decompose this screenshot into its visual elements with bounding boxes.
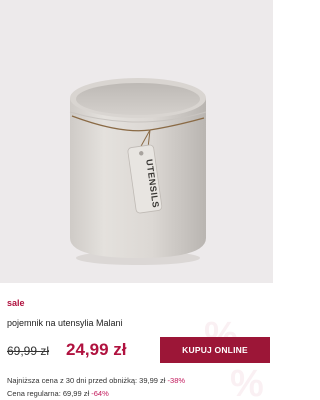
product-name-link[interactable]: pojemnik na utensylia Malani xyxy=(7,318,123,328)
lowest-price-info: Najniższa cena z 30 dni przed obniżką: 3… xyxy=(7,376,185,385)
regular-price-discount: -64% xyxy=(91,389,109,398)
buy-online-button[interactable]: KUPUJ ONLINE xyxy=(160,337,270,363)
old-price: 69,99 zł xyxy=(7,344,50,358)
lowest-price-discount: -38% xyxy=(167,376,186,385)
regular-price-info: Cena regularna: 69,99 zł -64% xyxy=(7,389,109,398)
svg-text:%: % xyxy=(230,363,264,400)
regular-price-label: Cena regularna: 69,99 zł xyxy=(7,389,90,398)
sale-badge: sale xyxy=(7,298,25,308)
product-card[interactable]: UTENSILS % % sale pojemnik na utensylia … xyxy=(0,0,273,400)
utensil-holder-image: UTENSILS xyxy=(0,0,273,283)
new-price: 24,99 zł xyxy=(66,340,127,359)
product-image[interactable]: UTENSILS xyxy=(0,0,273,283)
lowest-price-label: Najniższa cena z 30 dni przed obniżką: 3… xyxy=(7,376,166,385)
